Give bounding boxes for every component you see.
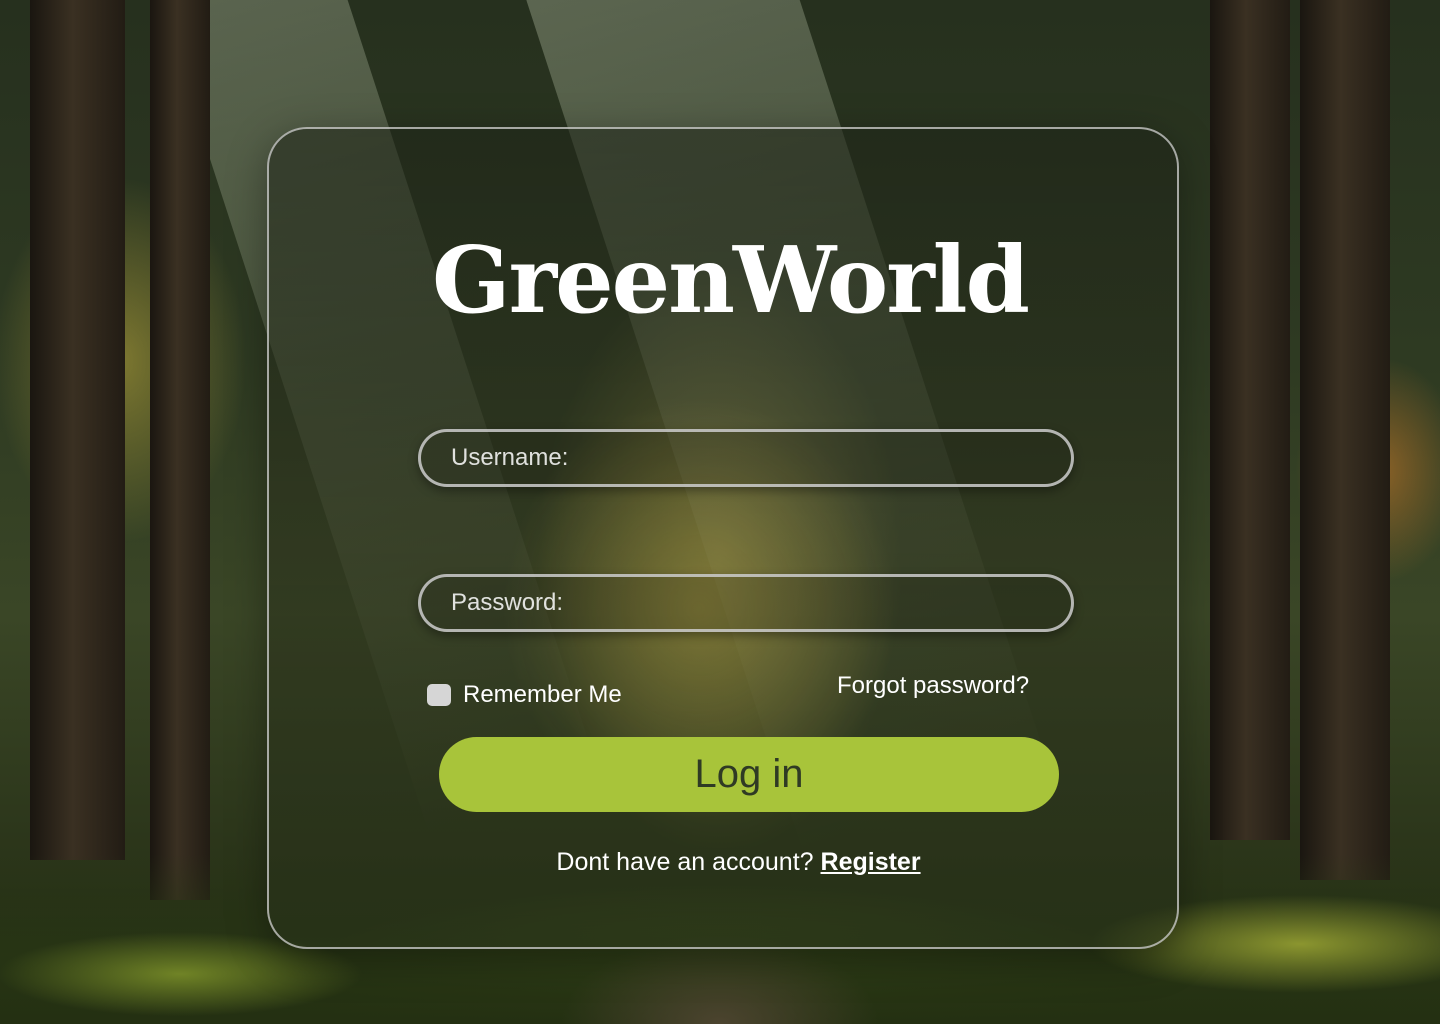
username-field-wrapper [418, 429, 1074, 487]
tree-trunk [150, 0, 210, 900]
password-field-wrapper [418, 574, 1074, 632]
forest-background: GreenWorld Remember Me Forgot password? … [0, 0, 1440, 1024]
forgot-password-link[interactable]: Forgot password? [837, 672, 1029, 700]
register-prompt-line: Dont have an account? Register [0, 848, 1440, 877]
register-link[interactable]: Register [821, 848, 921, 876]
username-input[interactable] [421, 432, 1071, 484]
remember-me-label: Remember Me [463, 681, 622, 708]
brand-title: GreenWorld [432, 226, 1030, 334]
tree-trunk [1210, 0, 1290, 840]
tree-trunk [1300, 0, 1390, 880]
login-button[interactable]: Log in [439, 737, 1059, 812]
remember-me[interactable]: Remember Me [427, 680, 622, 710]
password-input[interactable] [421, 577, 1071, 629]
register-prompt: Dont have an account? [556, 848, 814, 876]
tree-trunk [30, 0, 125, 860]
remember-me-checkbox[interactable] [427, 684, 451, 706]
